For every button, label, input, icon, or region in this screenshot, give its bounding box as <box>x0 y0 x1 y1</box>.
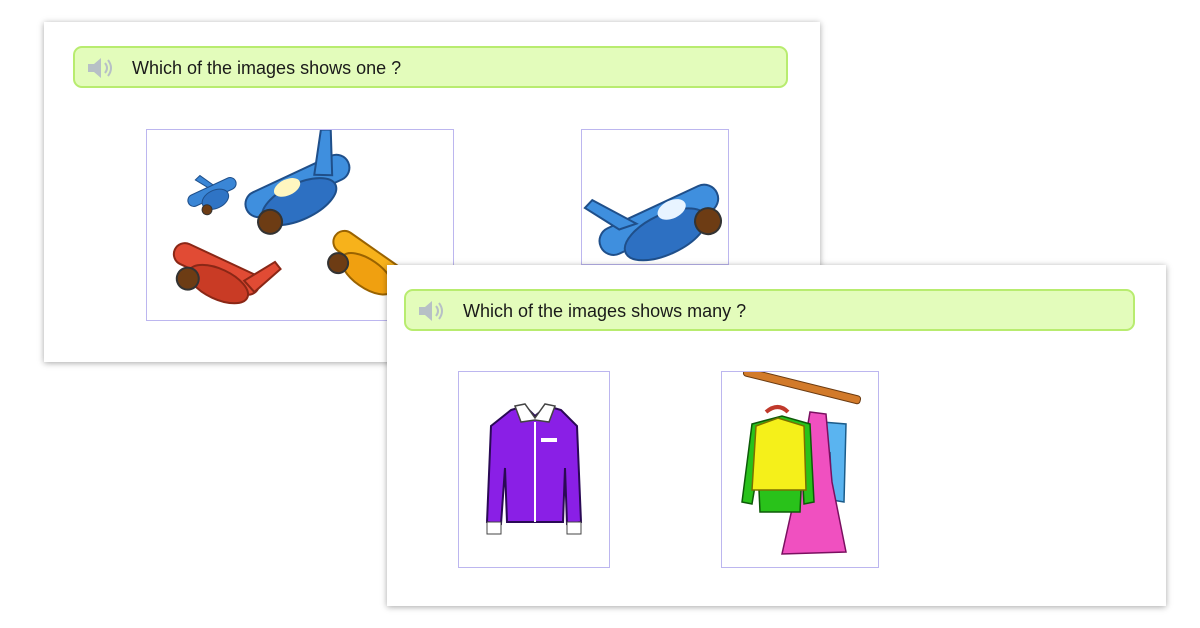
many-clothes-image <box>741 372 862 555</box>
question-text: Which of the images shows one ? <box>132 58 402 78</box>
question-bar: Which of the images shows many ? <box>404 289 1135 331</box>
option-one-airplane[interactable] <box>581 129 729 265</box>
speaker-icon[interactable] <box>417 298 447 324</box>
option-one-shirt[interactable] <box>458 371 610 568</box>
option-many-clothes[interactable] <box>721 371 879 568</box>
one-airplane-image <box>583 183 723 262</box>
question-bar: Which of the images shows one ? <box>73 46 788 88</box>
one-shirt-image <box>485 403 583 535</box>
question-text: Which of the images shows many ? <box>463 301 747 321</box>
question-card-many: Which of the images shows many ? <box>387 265 1166 606</box>
speaker-icon[interactable] <box>86 55 116 81</box>
